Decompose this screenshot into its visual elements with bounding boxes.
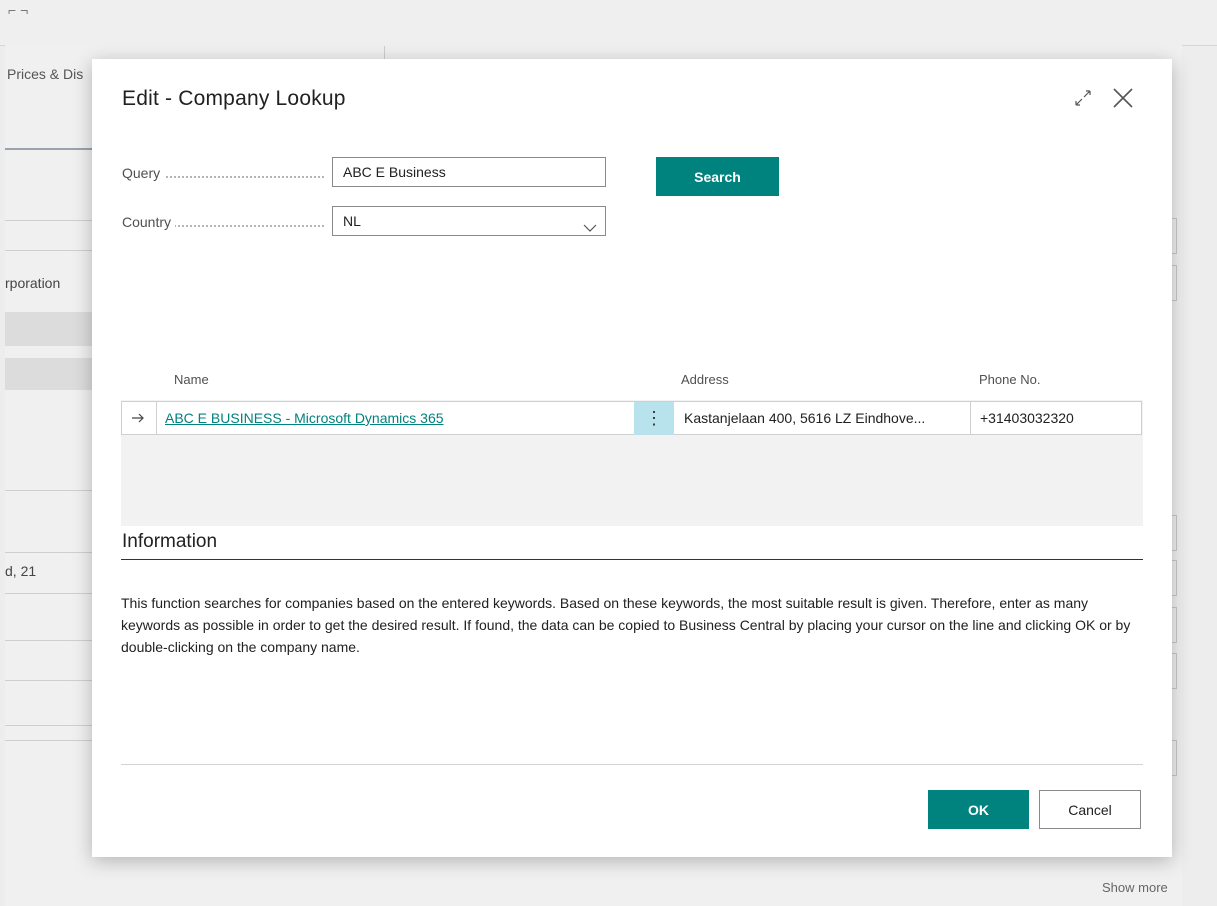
information-heading: Information (122, 531, 218, 552)
dialog-title: Edit - Company Lookup (122, 87, 346, 110)
background-divider (384, 46, 385, 59)
more-options-icon[interactable]: ⋮ (634, 402, 674, 435)
company-name-link[interactable]: ABC E BUSINESS - Microsoft Dynamics 365 (165, 410, 444, 426)
ok-button[interactable]: OK (928, 790, 1029, 829)
search-button[interactable]: Search (656, 157, 779, 196)
column-header-name[interactable]: Name (174, 372, 209, 387)
background-line (5, 640, 93, 641)
company-lookup-dialog: Edit - Company Lookup Query ABC E Busine… (92, 59, 1172, 857)
row-separator (970, 402, 971, 435)
background-tab-prices[interactable]: Prices & Dis (7, 66, 83, 82)
close-icon[interactable] (1110, 85, 1136, 111)
country-select-value: NL (343, 213, 361, 229)
column-header-address[interactable]: Address (681, 372, 729, 387)
row-separator (156, 402, 157, 435)
background-line (5, 552, 93, 553)
background-line (5, 593, 93, 594)
company-phone: +31403032320 (980, 410, 1074, 426)
table-row[interactable]: ABC E BUSINESS - Microsoft Dynamics 365 … (121, 401, 1142, 435)
information-divider (121, 559, 1143, 560)
background-glyph: ⌐ ¬ (8, 2, 29, 18)
background-line (5, 725, 93, 726)
company-address: Kastanjelaan 400, 5616 LZ Eindhove... (684, 410, 926, 426)
background-field-fragment: rporation (5, 275, 61, 291)
background-show-more-link[interactable]: Show more (1102, 880, 1168, 895)
arrow-right-icon (130, 410, 146, 426)
query-label: Query (122, 165, 165, 181)
query-input[interactable]: ABC E Business (332, 157, 606, 187)
background-tab-underline (5, 148, 93, 150)
chevron-down-icon (583, 215, 597, 243)
background-line (5, 490, 93, 491)
footer-divider (121, 764, 1143, 765)
country-select[interactable]: NL (332, 206, 606, 236)
background-topbar: ⌐ ¬ (0, 0, 1217, 46)
background-line (5, 740, 93, 741)
background-line (5, 250, 93, 251)
background-shaded-row (5, 312, 93, 346)
column-header-phone[interactable]: Phone No. (979, 372, 1040, 387)
query-field-row: Query ABC E Business (122, 157, 612, 189)
background-field-fragment: d, 21 (5, 563, 37, 579)
background-shaded-row (5, 358, 93, 390)
country-field-row: Country NL (122, 206, 612, 238)
background-line (5, 680, 93, 681)
background-line (5, 220, 93, 221)
country-label: Country (122, 214, 176, 230)
cancel-button[interactable]: Cancel (1039, 790, 1141, 829)
information-text: This function searches for companies bas… (121, 595, 1131, 655)
expand-icon[interactable] (1070, 85, 1096, 111)
